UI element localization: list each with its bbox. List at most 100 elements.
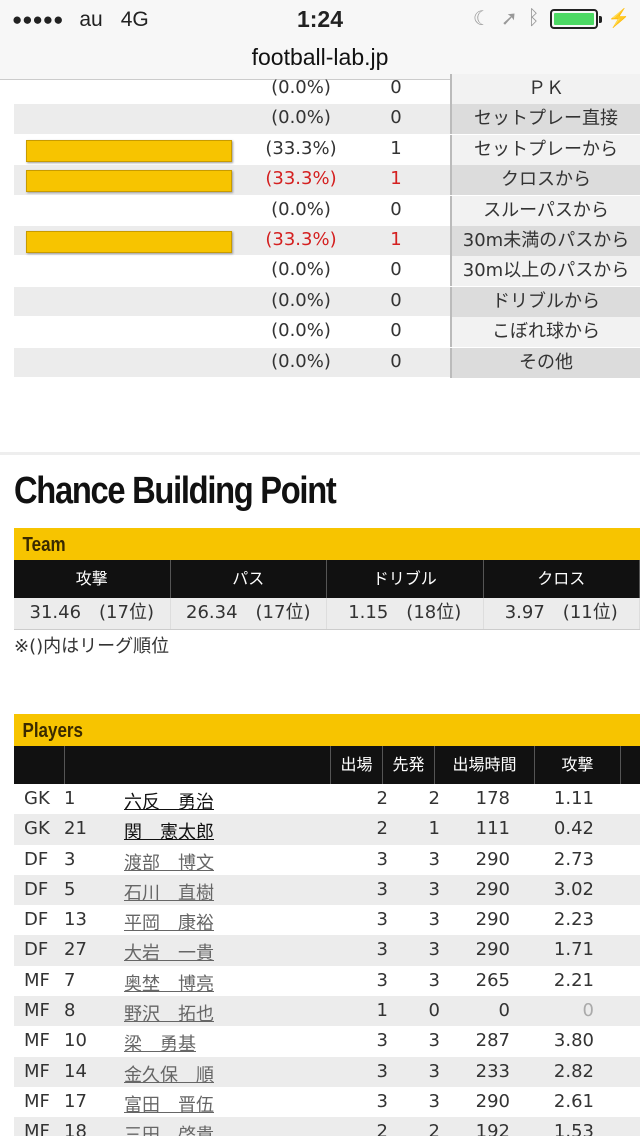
- player-apps: 3: [376, 939, 388, 961]
- goal-type-label: ドリブルから: [450, 286, 640, 317]
- team-section-label: Team: [22, 534, 66, 556]
- player-name-link[interactable]: 三田 啓貴: [124, 1121, 214, 1136]
- player-name-link[interactable]: 平岡 康裕: [124, 909, 214, 935]
- table-row: MF 7 奥埜 博亮 3 3 265 2.21: [14, 966, 640, 996]
- player-minutes: 290: [475, 909, 510, 931]
- player-attack: 3.02: [553, 878, 594, 900]
- player-minutes: 111: [475, 818, 510, 840]
- player-position: MF: [24, 1000, 50, 1022]
- player-position: DF: [24, 939, 49, 961]
- player-apps: 3: [376, 1090, 388, 1112]
- goal-count: 0: [390, 350, 402, 372]
- page-title: Chance Building Point: [14, 470, 337, 512]
- player-starts: 3: [428, 1060, 440, 1082]
- player-position: DF: [24, 848, 49, 870]
- player-apps: 2: [376, 1121, 388, 1136]
- player-attack: 2.21: [553, 969, 594, 991]
- player-apps: 3: [376, 848, 388, 870]
- header-extra-col: [620, 746, 640, 784]
- player-number: 17: [64, 1090, 87, 1112]
- player-minutes: 0: [498, 1000, 510, 1022]
- team-header-dribble: ドリブル: [327, 560, 484, 598]
- player-attack: 1.53: [553, 1121, 594, 1136]
- player-name-link[interactable]: 奥埜 博亮: [124, 970, 214, 996]
- goal-share-bar: [26, 230, 232, 253]
- team-header-attack: 攻撃: [14, 560, 171, 598]
- goal-type-label: セットプレー直接: [450, 104, 640, 135]
- player-position: GK: [24, 788, 50, 809]
- player-apps: 3: [376, 969, 388, 991]
- goal-type-label: ＰＫ: [450, 74, 640, 104]
- team-header-cross: クロス: [484, 560, 640, 598]
- player-attack: 1.71: [553, 939, 594, 961]
- goal-type-label: こぼれ球から: [450, 317, 640, 348]
- goal-count: 0: [390, 289, 402, 311]
- table-row: DF 3 渡部 博文 3 3 290 2.73: [14, 845, 640, 875]
- goal-percentage: (0.0%): [271, 320, 331, 342]
- header-name-col: [64, 746, 330, 784]
- rank-note: ※()内はリーグ順位: [14, 636, 170, 657]
- player-name-link[interactable]: 関 憲太郎: [124, 818, 214, 844]
- player-name-link[interactable]: 金久保 順: [124, 1061, 214, 1087]
- player-number: 13: [64, 909, 87, 931]
- player-name-link[interactable]: 六反 勇治: [124, 788, 214, 814]
- goal-percentage: (0.0%): [271, 289, 331, 311]
- goal-count: 0: [390, 198, 402, 220]
- goal-count: 1: [390, 137, 402, 159]
- goal-percentage: (0.0%): [271, 198, 331, 220]
- goal-row: (0.0%) 0 その他: [14, 347, 640, 378]
- goal-row: (0.0%) 0 スルーパスから: [14, 195, 640, 226]
- header-attack: 攻撃: [534, 746, 620, 784]
- goal-percentage: (0.0%): [271, 107, 331, 129]
- player-starts: 3: [428, 969, 440, 991]
- player-starts: 3: [428, 878, 440, 900]
- goal-count: 0: [390, 77, 402, 98]
- player-number: 5: [64, 878, 76, 900]
- goal-count: 0: [390, 259, 402, 281]
- player-starts: 1: [428, 818, 440, 840]
- player-position: GK: [24, 818, 50, 840]
- player-position: DF: [24, 878, 49, 900]
- goal-row: (0.0%) 0 ＰＫ: [14, 74, 640, 105]
- player-number: 10: [64, 1030, 87, 1052]
- charging-icon: ⚡: [607, 8, 630, 28]
- goal-row: (33.3%) 1 セットプレーから: [14, 134, 640, 166]
- player-minutes: 192: [475, 1121, 510, 1136]
- table-row: DF 13 平岡 康裕 3 3 290 2.23: [14, 905, 640, 935]
- player-apps: 1: [376, 1000, 388, 1022]
- goal-type-label: 30m未満のパスから: [450, 225, 640, 256]
- goal-count: 1: [390, 168, 402, 190]
- team-value-attack: 31.46 (17位): [14, 598, 171, 629]
- team-value-cross: 3.97 (11位): [484, 598, 640, 629]
- goal-percentage: (33.3%): [265, 168, 337, 190]
- player-number: 3: [64, 848, 76, 870]
- header-apps: 出場: [330, 746, 382, 784]
- player-name-link[interactable]: 梁 勇基: [124, 1030, 196, 1056]
- bluetooth-icon: ᛒ: [527, 7, 540, 29]
- goal-row: (33.3%) 1 クロスから: [14, 165, 640, 196]
- player-number: 21: [64, 818, 87, 840]
- goal-row: (0.0%) 0 ドリブルから: [14, 286, 640, 318]
- header-starts: 先発: [382, 746, 434, 784]
- header-pos-col: [14, 746, 64, 784]
- goal-type-label: 30m以上のパスから: [450, 256, 640, 287]
- player-starts: 2: [428, 1121, 440, 1136]
- player-position: MF: [24, 969, 50, 991]
- player-name-link[interactable]: 渡部 博文: [124, 849, 214, 875]
- goal-type-label: セットプレーから: [450, 134, 640, 165]
- player-name-link[interactable]: 大岩 一貴: [124, 939, 214, 965]
- player-minutes: 290: [475, 848, 510, 870]
- player-attack: 2.82: [553, 1060, 594, 1082]
- player-name-link[interactable]: 石川 直樹: [124, 879, 214, 905]
- goal-type-label: その他: [450, 347, 640, 378]
- player-starts: 0: [428, 1000, 440, 1022]
- goal-row: (33.3%) 1 30m未満のパスから: [14, 225, 640, 257]
- status-bar: ●●●●● au 4G 1:24 ☾ ➚ ᛒ ⚡: [0, 0, 640, 40]
- team-table-values: 31.46 (17位) 26.34 (17位) 1.15 (18位) 3.97 …: [14, 598, 640, 630]
- player-attack: 0: [582, 1000, 594, 1022]
- player-attack: 2.73: [553, 848, 594, 870]
- player-number: 14: [64, 1060, 87, 1082]
- player-position: DF: [24, 909, 49, 931]
- player-name-link[interactable]: 野沢 拓也: [124, 1000, 214, 1026]
- player-name-link[interactable]: 富田 晋伍: [124, 1091, 214, 1117]
